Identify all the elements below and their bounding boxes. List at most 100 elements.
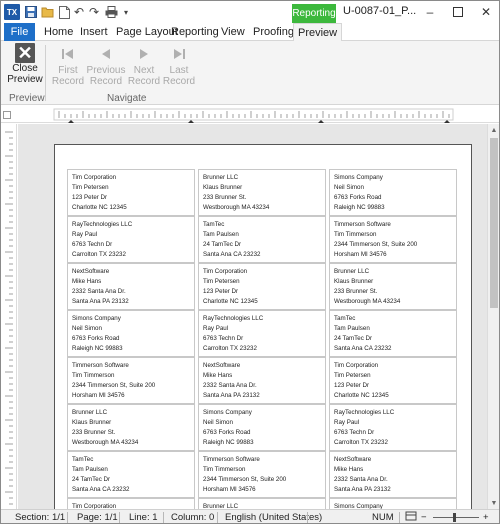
tab-home[interactable]: Home <box>40 23 77 41</box>
address-label[interactable]: Timmerson Software Tim Timmerson 2344 Timm… <box>198 451 326 498</box>
scroll-down-icon[interactable]: ▼ <box>488 497 499 509</box>
address-label[interactable]: Simons Company <box>329 498 457 509</box>
view-layout-icon[interactable] <box>405 510 417 523</box>
label-line: Tam Paulsen <box>334 325 370 332</box>
label-line: Tim Petersen <box>334 372 371 379</box>
status-separator <box>399 512 400 523</box>
minimize-icon[interactable]: – <box>421 3 439 21</box>
address-label[interactable]: Brunner LLC Klaus Brunner 233 Brunner St. W… <box>67 404 195 451</box>
label-line: 6763 Techn Dr <box>72 241 113 248</box>
document-area[interactable]: Tim Corporation Tim Petersen 123 Peter Dr C… <box>18 124 487 509</box>
previous-record-button[interactable]: Previous Record <box>86 43 126 87</box>
address-label[interactable]: Simons Company Neil Simon 6763 Forks Road R… <box>198 404 326 451</box>
tab-preview[interactable]: Preview <box>293 23 343 42</box>
address-label[interactable]: Tim Corporation Tim Petersen 123 Peter Dr C… <box>329 357 457 404</box>
label-line: Simons Company <box>72 315 121 322</box>
address-label[interactable]: Brunner LLC <box>198 498 326 509</box>
label-line: Ray Paul <box>72 231 98 238</box>
status-bar: Section: 1/1 Page: 1/1 Line: 1 Column: 0… <box>1 509 499 523</box>
label-line: Carrolton TX 23232 <box>203 345 257 352</box>
next-record-button[interactable]: Next Record <box>124 43 164 87</box>
address-label[interactable]: NextSoftware Mike Hans 2332 Santa Ana Dr. S… <box>67 263 195 310</box>
status-separator <box>119 512 120 523</box>
tab-insert[interactable]: Insert <box>76 23 112 41</box>
label-line: Raleigh NC 99883 <box>334 204 385 211</box>
label-line: Charlotte NC 12345 <box>203 298 258 305</box>
vertical-ruler[interactable] <box>1 124 17 509</box>
label-line: Ray Paul <box>334 419 360 426</box>
scrollbar-thumb[interactable] <box>490 138 498 308</box>
label-line: Timmerson Software <box>334 221 391 228</box>
close-preview-button[interactable]: ✕ Close Preview <box>5 43 45 86</box>
vertical-scrollbar[interactable]: ▲ ▼ <box>487 124 499 509</box>
tab-reporting[interactable]: Reporting <box>167 23 223 41</box>
redo-icon[interactable]: ↷ <box>86 4 102 20</box>
label-line: Horsham MI 34576 <box>334 251 387 258</box>
folder-open-icon[interactable] <box>40 4 56 20</box>
address-label[interactable]: TamTec Tam Paulsen 24 TamTec Dr Santa Ana C… <box>329 310 457 357</box>
address-label[interactable]: Timmerson Software Tim Timmerson 2344 Timm… <box>329 216 457 263</box>
label-line: 2332 Santa Ana Dr. <box>334 476 388 483</box>
document-page[interactable]: Tim Corporation Tim Petersen 123 Peter Dr C… <box>54 144 472 509</box>
address-label[interactable]: Brunner LLC Klaus Brunner 233 Brunner St. W… <box>198 169 326 216</box>
zoom-slider-thumb[interactable] <box>453 513 456 522</box>
label-line: Tim Corporation <box>334 362 379 369</box>
chevron-down-icon[interactable]: ▾ <box>118 4 134 20</box>
address-label[interactable]: Tim Corporation Tim Petersen 123 Peter Dr C… <box>198 263 326 310</box>
label-line: Ray Paul <box>203 325 229 332</box>
label-line: NextSoftware <box>203 362 241 369</box>
label-line: Timmerson Software <box>72 362 129 369</box>
label-line: 123 Peter Dr <box>203 288 239 295</box>
status-num: NUM <box>372 512 394 523</box>
address-label[interactable]: Tim Corporation <box>67 498 195 509</box>
address-label[interactable]: Timmerson Software Tim Timmerson 2344 Timm… <box>67 357 195 404</box>
label-line: Brunner LLC <box>203 174 239 181</box>
horizontal-ruler[interactable] <box>1 106 499 123</box>
tab-file[interactable]: File <box>4 23 35 41</box>
label-line: 2344 Timmerson St, Suite 200 <box>334 241 418 248</box>
scroll-up-icon[interactable]: ▲ <box>488 124 499 136</box>
address-label[interactable]: TamTec Tam Paulsen 24 TamTec Dr Santa Ana C… <box>198 216 326 263</box>
address-label[interactable]: RayTechnologies LLC Ray Paul 6763 Techn Dr… <box>198 310 326 357</box>
print-icon[interactable] <box>103 4 119 20</box>
zoom-in-icon[interactable]: + <box>483 511 489 523</box>
address-label[interactable]: NextSoftware Mike Hans 2332 Santa Ana Dr. S… <box>198 357 326 404</box>
close-icon[interactable]: ✕ <box>477 3 495 21</box>
status-section: Section: 1/1 <box>15 512 66 523</box>
address-label[interactable]: Tim Corporation Tim Petersen 123 Peter Dr C… <box>67 169 195 216</box>
label-line: Tim Timmerson <box>72 372 115 379</box>
label-grid: Tim Corporation Tim Petersen 123 Peter Dr C… <box>67 169 457 509</box>
label-line: TamTec <box>334 315 356 322</box>
maximize-icon[interactable] <box>449 3 467 21</box>
undo-icon[interactable]: ↶ <box>71 4 87 20</box>
label-line: RayTechnologies LLC <box>203 315 264 322</box>
address-label[interactable]: NextSoftware Mike Hans 2332 Santa Ana Dr. S… <box>329 451 457 498</box>
label-line: 123 Peter Dr <box>334 382 370 389</box>
new-document-icon[interactable] <box>56 4 72 20</box>
address-label[interactable]: Brunner LLC Klaus Brunner 233 Brunner St. W… <box>329 263 457 310</box>
status-page: Page: 1/1 <box>77 512 118 523</box>
address-label[interactable]: Simons Company Neil Simon 6763 Forks Road R… <box>67 310 195 357</box>
label-line: Westborough MA 43234 <box>203 204 270 211</box>
label-line: Tim Corporation <box>203 268 248 275</box>
address-label[interactable]: TamTec Tam Paulsen 24 TamTec Dr Santa Ana C… <box>67 451 195 498</box>
zoom-slider[interactable] <box>433 517 479 518</box>
group-label-preview: Preview <box>9 93 45 104</box>
tab-view[interactable]: View <box>217 23 249 41</box>
zoom-out-icon[interactable]: − <box>421 511 427 523</box>
last-record-button[interactable]: Last Record <box>159 43 199 87</box>
label-line: Brunner LLC <box>72 409 108 416</box>
label-line: 6763 Techn Dr <box>203 335 244 342</box>
label-line: Klaus Brunner <box>334 278 374 285</box>
first-record-button[interactable]: First Record <box>48 43 88 87</box>
tab-proofing[interactable]: Proofing <box>249 23 298 41</box>
next-record-label-2: Record <box>127 76 161 87</box>
address-label[interactable]: Simons Company Neil Simon 6763 Forks Road R… <box>329 169 457 216</box>
save-icon[interactable] <box>23 4 39 20</box>
ruler-page-band <box>53 108 454 121</box>
label-line: Mike Hans <box>72 278 102 285</box>
label-line: NextSoftware <box>72 268 110 275</box>
address-label[interactable]: RayTechnologies LLC Ray Paul 6763 Techn Dr… <box>67 216 195 263</box>
status-separator <box>217 512 218 523</box>
address-label[interactable]: RayTechnologies LLC Ray Paul 6763 Techn Dr… <box>329 404 457 451</box>
